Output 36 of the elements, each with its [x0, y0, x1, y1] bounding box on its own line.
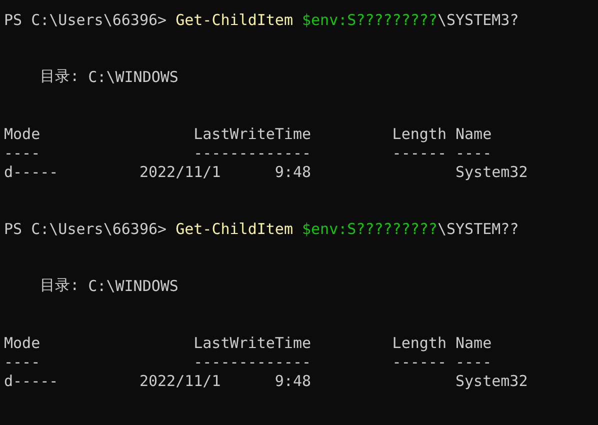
header-underline: ------ [392, 352, 446, 370]
column-header: LastWriteTime [194, 124, 312, 142]
name-cell: System32 [456, 162, 528, 180]
column-header: Length [392, 334, 446, 352]
command-text: Get-ChildItem [176, 10, 293, 28]
date-cell: 2022/11/1 [139, 372, 221, 390]
column-header: Mode [4, 334, 40, 352]
directory-path: C:\WINDOWS [88, 68, 178, 86]
directory-label: 目录: [40, 276, 80, 295]
directory-label: 目录: [40, 67, 80, 86]
column-header: Name [456, 124, 492, 142]
header-underline: ---- [4, 352, 40, 370]
header-underline: ------------- [194, 144, 312, 162]
column-header: Length [392, 124, 446, 142]
header-underline: ------ [392, 144, 446, 162]
directory-path: C:\WINDOWS [88, 276, 178, 294]
time-cell: 9:48 [274, 372, 312, 390]
column-header: LastWriteTime [194, 334, 312, 352]
header-underline: ------------- [194, 352, 312, 370]
time-cell: 9:48 [274, 162, 312, 180]
header-underline: ---- [456, 352, 492, 370]
prompt-text: PS C:\Users\66396> [4, 220, 167, 238]
path-text: \SYSTEM3? [437, 10, 519, 28]
argument-text: $env:S????????? [302, 10, 438, 28]
header-underline: ---- [4, 144, 40, 162]
name-cell: System32 [456, 372, 528, 390]
mode-cell: d----- [4, 372, 58, 390]
command-text: Get-ChildItem [176, 220, 293, 238]
mode-cell: d----- [4, 162, 58, 180]
column-header: Mode [4, 124, 40, 142]
header-underline: ---- [456, 144, 492, 162]
column-header: Name [456, 334, 492, 352]
prompt-text: PS C:\Users\66396> [4, 10, 167, 28]
date-cell: 2022/11/1 [139, 162, 221, 180]
argument-text: $env:S????????? [302, 220, 438, 238]
path-text: \SYSTEM?? [437, 220, 519, 238]
